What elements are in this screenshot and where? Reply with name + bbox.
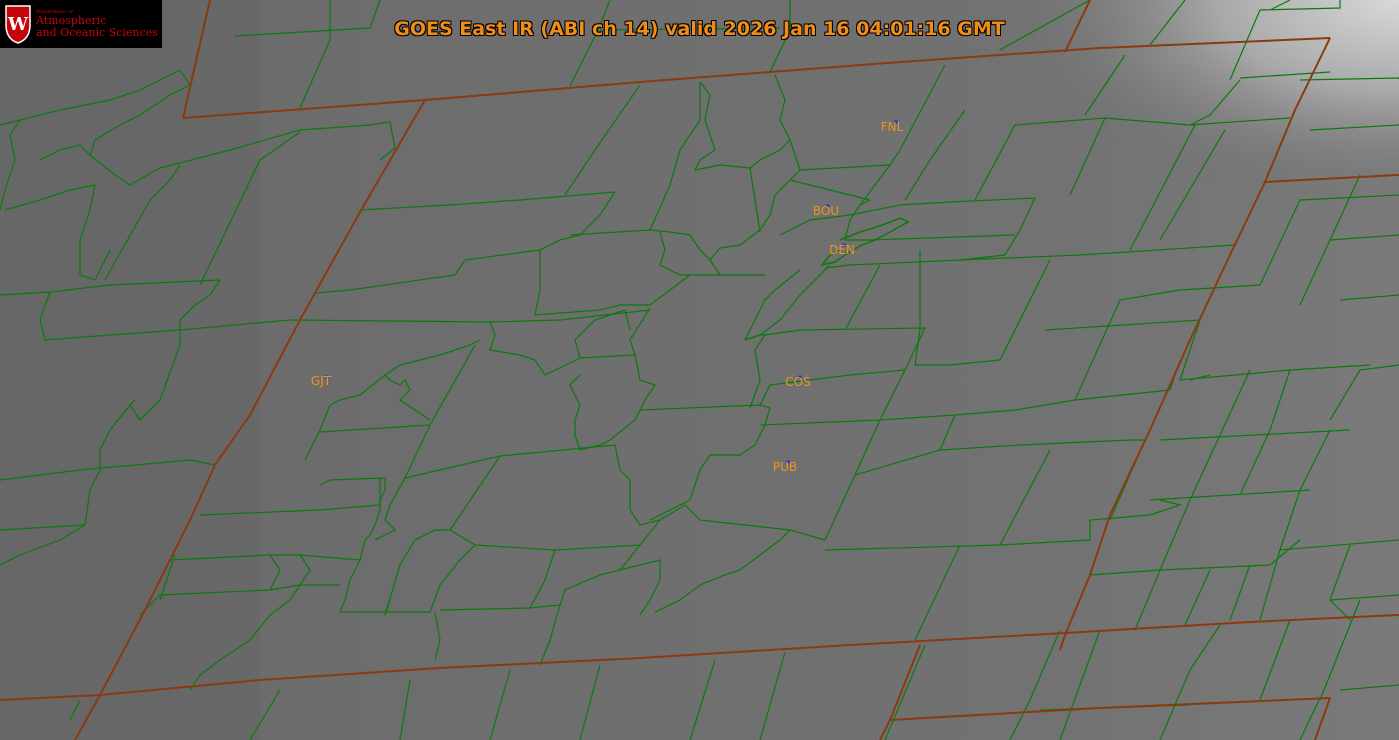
- satellite-ir-map: [0, 0, 1399, 740]
- ir-warm-patch: [0, 0, 260, 740]
- station-label-bou: BOU: [812, 204, 840, 218]
- image-title: GOES East IR (ABI ch 14) valid 2026 Jan …: [394, 18, 1005, 40]
- station-label-den: DEN: [829, 243, 855, 257]
- station-label-pub: PUB: [772, 460, 798, 474]
- station-label-cos: COS: [785, 375, 811, 389]
- station-label-fnl: FNL: [880, 120, 904, 134]
- station-label-gjt: GJT: [310, 374, 332, 388]
